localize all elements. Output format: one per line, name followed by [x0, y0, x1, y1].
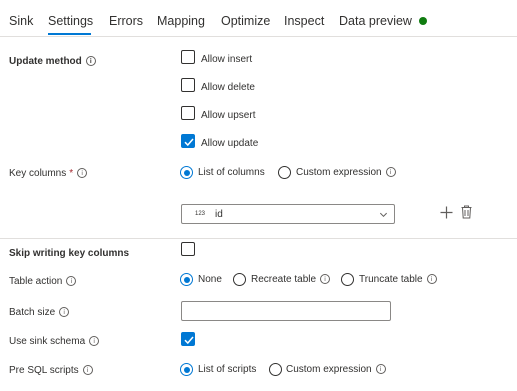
tab-errors[interactable]: Errors [109, 14, 143, 28]
pre-sql-custom-expression-label: Custom expression i [286, 364, 386, 375]
info-icon[interactable]: i [89, 336, 100, 346]
allow-update-label: Allow update [201, 138, 259, 149]
tab-bar: Sink Settings Errors Mapping Optimize In… [0, 0, 517, 36]
chevron-down-icon [379, 212, 388, 218]
info-icon[interactable]: i [375, 364, 386, 374]
allow-upsert-checkbox[interactable] [181, 106, 195, 120]
info-icon[interactable]: i [66, 276, 77, 286]
pre-sql-custom-expression-radio[interactable] [269, 363, 282, 376]
tab-inspect[interactable]: Inspect [284, 14, 324, 28]
key-column-value: id [215, 209, 223, 220]
recreate-table-radio[interactable] [233, 273, 246, 286]
table-action-label: Table action i [9, 276, 77, 287]
tab-optimize[interactable]: Optimize [221, 14, 270, 28]
key-column-select[interactable]: 123 id [181, 204, 395, 224]
info-icon[interactable]: i [77, 168, 88, 178]
skip-writing-key-columns-label: Skip writing key columns [9, 248, 130, 259]
allow-delete-checkbox[interactable] [181, 78, 195, 92]
tab-sink[interactable]: Sink [9, 14, 33, 28]
batch-size-input[interactable] [181, 301, 391, 321]
delete-icon[interactable] [461, 205, 472, 219]
list-of-columns-label: List of columns [198, 167, 265, 178]
tab-settings[interactable]: Settings [48, 14, 93, 28]
section-divider [0, 238, 517, 239]
use-sink-schema-checkbox[interactable] [181, 332, 195, 346]
update-method-label: Update method i [9, 56, 96, 67]
required-marker: * [69, 168, 74, 179]
allow-insert-label: Allow insert [201, 54, 253, 65]
list-of-scripts-radio[interactable] [180, 363, 193, 376]
tab-divider [0, 36, 517, 37]
table-action-none-radio[interactable] [180, 273, 193, 286]
info-icon[interactable]: i [385, 167, 396, 177]
table-action-none-label: None [198, 274, 222, 285]
numeric-type-icon: 123 [195, 211, 206, 217]
checkmark-icon [184, 138, 194, 147]
list-of-columns-radio[interactable] [180, 166, 193, 179]
allow-delete-label: Allow delete [201, 82, 255, 93]
allow-insert-checkbox[interactable] [181, 50, 195, 64]
tab-mapping[interactable]: Mapping [157, 14, 205, 28]
info-icon[interactable]: i [82, 365, 93, 375]
add-icon[interactable] [440, 206, 453, 219]
truncate-table-label: Truncate table i [359, 274, 437, 285]
key-columns-label: Key columns * i [9, 168, 88, 179]
custom-expression-radio[interactable] [278, 166, 291, 179]
recreate-table-label: Recreate table i [251, 274, 331, 285]
pre-sql-scripts-label: Pre SQL scripts i [9, 365, 93, 376]
status-dot-icon [418, 16, 427, 25]
allow-upsert-label: Allow upsert [201, 110, 256, 121]
skip-writing-key-columns-checkbox[interactable] [181, 242, 195, 256]
active-tab-indicator [48, 33, 91, 35]
batch-size-label: Batch size i [9, 307, 70, 318]
info-icon[interactable]: i [320, 274, 331, 284]
checkmark-icon [184, 336, 194, 345]
custom-expression-label: Custom expression i [296, 167, 396, 178]
truncate-table-radio[interactable] [341, 273, 354, 286]
allow-update-checkbox[interactable] [181, 134, 195, 148]
tab-data-preview[interactable]: Data preview [339, 14, 427, 28]
info-icon[interactable]: i [59, 307, 70, 317]
list-of-scripts-label: List of scripts [198, 364, 257, 375]
use-sink-schema-label: Use sink schema i [9, 336, 100, 347]
tab-data-preview-label: Data preview [339, 14, 412, 28]
info-icon[interactable]: i [426, 274, 437, 284]
info-icon[interactable]: i [85, 56, 96, 66]
